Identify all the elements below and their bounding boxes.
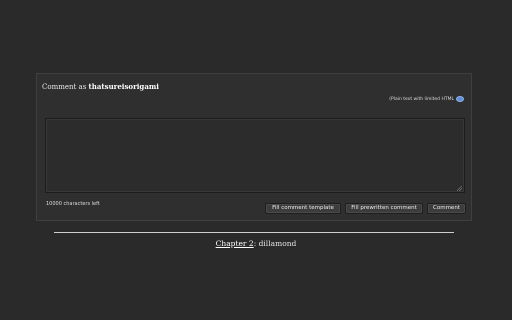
characters-left: 10000 characters left: [46, 201, 100, 207]
comment-heading-prefix: Comment as: [42, 83, 87, 91]
comment-heading: Comment as thatsureisorigami: [42, 82, 159, 91]
help-icon[interactable]: [456, 96, 464, 102]
divider: [54, 232, 454, 233]
html-note-text: (Plain text with limited HTML: [389, 96, 454, 102]
chapter-separator: :: [253, 239, 257, 248]
chapter-navigation: Chapter 2: dillamond: [0, 239, 512, 248]
fill-prewritten-comment-button[interactable]: Fill prewritten comment: [345, 203, 423, 214]
page: Comment as thatsureisorigami (Plain text…: [0, 0, 512, 320]
resize-handle[interactable]: [457, 186, 462, 191]
comment-textarea[interactable]: [45, 118, 465, 193]
chapter-link[interactable]: Chapter 2: [216, 239, 254, 248]
comment-form: Comment as thatsureisorigami (Plain text…: [36, 73, 472, 221]
comment-username: thatsureisorigami: [88, 82, 159, 91]
comment-submit-button[interactable]: Comment: [427, 203, 466, 214]
fill-comment-template-button[interactable]: Fill comment template: [265, 203, 341, 214]
chapter-title: dillamond: [258, 239, 297, 248]
html-help-note: (Plain text with limited HTML: [389, 96, 464, 102]
